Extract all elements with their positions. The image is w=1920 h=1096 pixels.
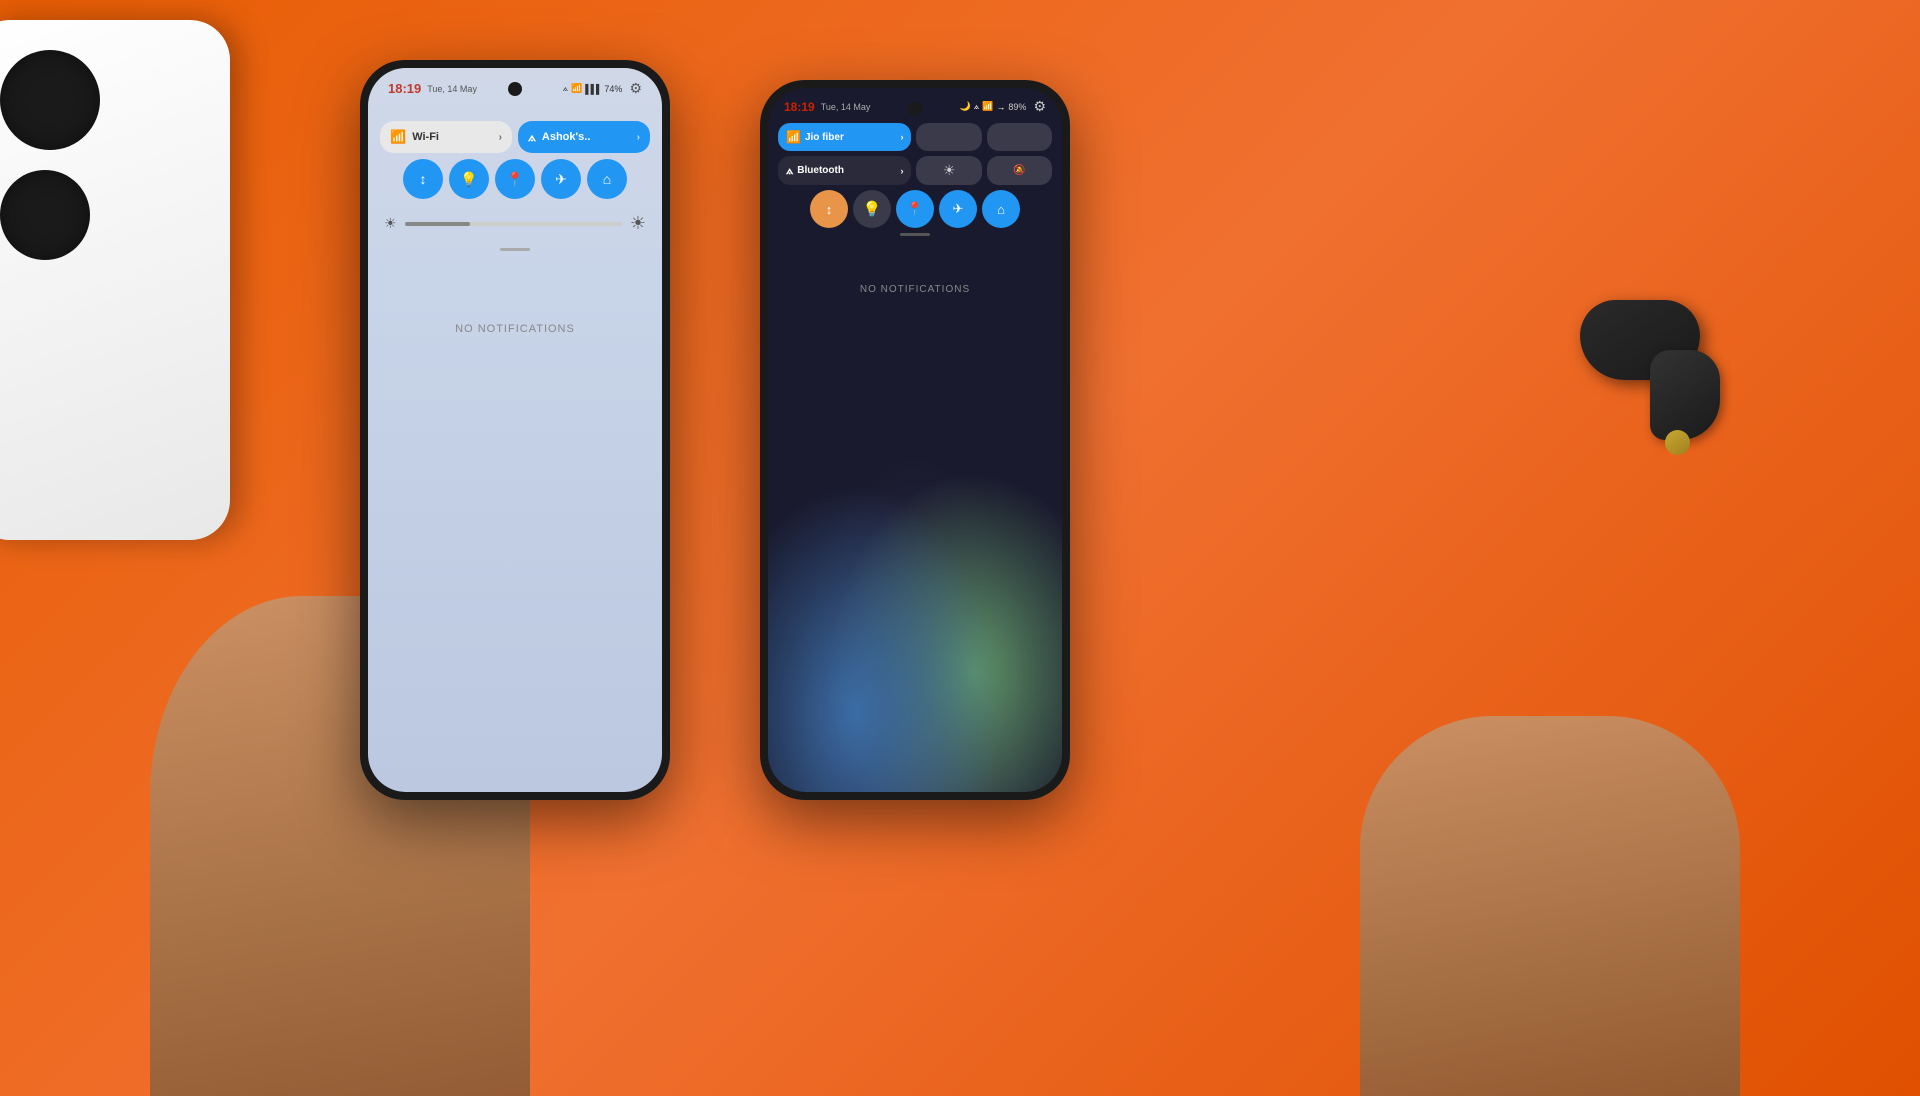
phone1-flashlight-btn[interactable]: 💡 (449, 159, 489, 199)
phone1: 18:19 Tue, 14 May ⟑ 📶 ▌▌▌ 74% ⚙ 📶 (360, 60, 670, 800)
phone2-wifi-label: Jio fiber (805, 132, 844, 143)
phone1-notch (508, 82, 522, 96)
phone1-brightness-slider[interactable]: ☀ ☀ (380, 207, 650, 240)
phone2-battery-text: 89% (1008, 102, 1026, 112)
phone2-scroll-indicator (900, 233, 930, 236)
phone2-time: 18:19 (784, 100, 815, 114)
phone2-dark-tile2 (987, 123, 1052, 151)
phone2-wifi-toggle[interactable]: 📶 Jio fiber › (778, 123, 911, 151)
phone2-gear-icon[interactable]: ⚙ (1033, 98, 1046, 115)
partial-white-phone (0, 20, 230, 540)
phone1-bt-icon: ⟑ (563, 83, 568, 94)
phone2-dark-tile1 (916, 123, 981, 151)
phone1-wifi-label: Wi-Fi (412, 131, 439, 143)
right-hand (1360, 716, 1740, 1096)
phone2-bt-icon: ⟑ (786, 163, 793, 178)
phone1-wifi-icon: 📶 (390, 129, 406, 145)
phone2-status-icons: 🌙 ⟑ 📶 → 89% ⚙ (960, 98, 1047, 115)
phone1-sound-btn[interactable]: ↕ (403, 159, 443, 199)
phone2-qs-panel: 📶 Jio fiber › ⟑ Bluetooth › ☀ (768, 119, 1062, 244)
phone1-scroll-indicator (500, 248, 530, 251)
phone2-brightness-btn[interactable]: ☀ (916, 156, 981, 185)
phone1-airplane-btn[interactable]: ✈ (541, 159, 581, 199)
phone1-qs-panel: 📶 Wi-Fi › ⟑ Ashok's.. › ↕ 💡 📍 (368, 113, 662, 263)
phone2-mute-btn[interactable]: 🔕 (987, 156, 1052, 185)
phone2-arrow-icon: → (996, 102, 1005, 112)
phone1-brightness-fill (405, 222, 470, 226)
phone2-no-notifications: NO NOTIFICATIONS (768, 284, 1062, 295)
phone1-screen: 18:19 Tue, 14 May ⟑ 📶 ▌▌▌ 74% ⚙ 📶 (368, 68, 662, 792)
phone2-row2: ⟑ Bluetooth › ☀ 🔕 (778, 156, 1052, 185)
phone2-bt-arrow: › (900, 166, 903, 176)
phone2-screen: 18:19 Tue, 14 May 🌙 ⟑ 📶 → 89% ⚙ 📶 (768, 88, 1062, 792)
phone1-gear-icon[interactable]: ⚙ (629, 80, 642, 97)
phone1-battery-text: 74% (604, 84, 622, 94)
phone2-date-short: Tue, 14 May (821, 102, 871, 112)
phone2-row1: 📶 Jio fiber › (778, 123, 1052, 151)
earbud-tip (1665, 430, 1690, 455)
phone1-brightness-track[interactable] (405, 222, 622, 226)
phone2-moon-icon: 🌙 (960, 101, 971, 112)
phone2-home-btn[interactable]: ⌂ (982, 190, 1020, 228)
phone2-bt-label: Bluetooth (797, 165, 844, 176)
phone2-wifi-icon: 📶 (786, 130, 801, 144)
phone2-bt-toggle[interactable]: ⟑ Bluetooth › (778, 156, 911, 185)
phone2-location-btn[interactable]: 📍 (896, 190, 934, 228)
phone1-signal-icon: ▌▌▌ (585, 84, 601, 94)
phone2-sound-btn[interactable]: ↕ (810, 190, 848, 228)
phone1-bt-arrow: › (637, 132, 640, 143)
phone1-brightness-low-icon: ☀ (384, 215, 397, 232)
phone2-mute-icon: 🔕 (1013, 165, 1025, 176)
phone1-status-icons: ⟑ 📶 ▌▌▌ 74% ⚙ (563, 80, 642, 97)
phone1-bt-icon-toggle: ⟑ (528, 129, 536, 145)
phone2-notch (908, 102, 922, 116)
phone1-toggles-row: 📶 Wi-Fi › ⟑ Ashok's.. › (380, 121, 650, 153)
phone2-airplane-btn[interactable]: ✈ (939, 190, 977, 228)
phone1-wifi-toggle[interactable]: 📶 Wi-Fi › (380, 121, 512, 153)
earbud-case (1580, 300, 1700, 380)
phone2-wifi-status-icon: 📶 (982, 101, 993, 112)
phone1-no-notifications: NO NOTIFICATIONS (368, 323, 662, 335)
phone2-screen-content: 18:19 Tue, 14 May 🌙 ⟑ 📶 → 89% ⚙ 📶 (768, 88, 1062, 792)
phone1-date-short: Tue, 14 May (427, 84, 477, 94)
phone1-bt-label: Ashok's.. (542, 131, 590, 143)
phone2-bt-status-icon: ⟑ (974, 101, 979, 112)
phone1-time: 18:19 (388, 81, 421, 96)
phone2-actions: ↕ 💡 📍 ✈ ⌂ (778, 190, 1052, 228)
phone1-wifi-arrow: › (499, 132, 502, 143)
earbud-right (1650, 350, 1720, 440)
phone1-home-btn[interactable]: ⌂ (587, 159, 627, 199)
phone1-bt-toggle[interactable]: ⟑ Ashok's.. › (518, 121, 650, 153)
phone1-screen-content: 18:19 Tue, 14 May ⟑ 📶 ▌▌▌ 74% ⚙ 📶 (368, 68, 662, 792)
phone2-wifi-arrow: › (900, 132, 903, 142)
earbuds-container (1580, 300, 1740, 500)
phone2: 18:19 Tue, 14 May 🌙 ⟑ 📶 → 89% ⚙ 📶 (760, 80, 1070, 800)
phone1-wifi-status-icon: 📶 (571, 83, 582, 94)
phone2-brightness-icon: ☀ (943, 162, 956, 179)
phone1-actions: ↕ 💡 📍 ✈ ⌂ (380, 159, 650, 199)
phone2-flashlight-btn[interactable]: 💡 (853, 190, 891, 228)
phone1-brightness-high-icon: ☀ (630, 213, 646, 234)
phone1-location-btn[interactable]: 📍 (495, 159, 535, 199)
